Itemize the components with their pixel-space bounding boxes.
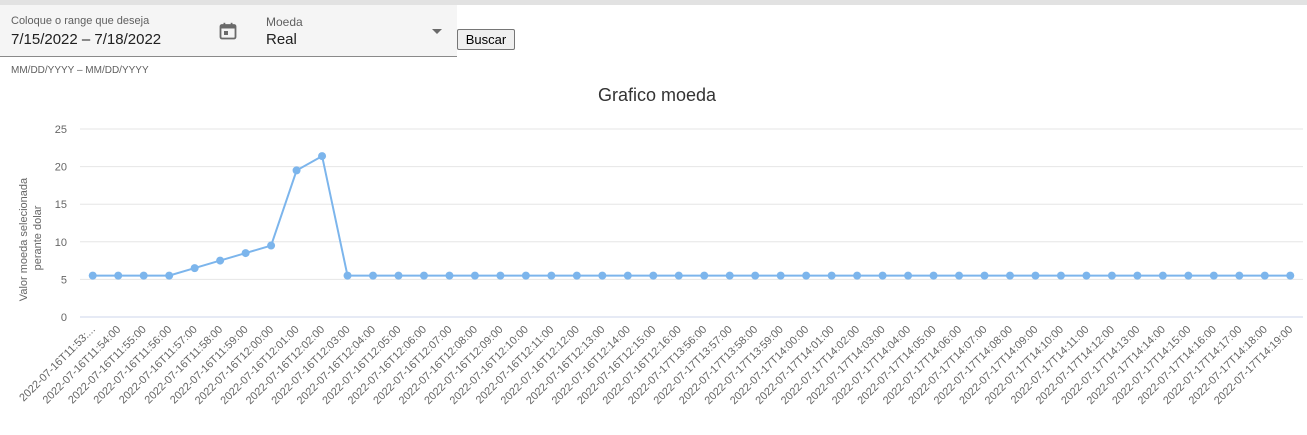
data-point: [165, 271, 174, 280]
data-point: [1133, 271, 1142, 280]
data-point: [445, 271, 454, 280]
y-axis-label: Valor moeda selecionada perante dolar: [18, 175, 44, 301]
y-tick-label: 20: [55, 162, 67, 174]
data-point: [1209, 271, 1218, 280]
data-point: [725, 271, 734, 280]
currency-select[interactable]: Moeda Real: [255, 5, 457, 57]
data-point: [1082, 271, 1091, 280]
search-button[interactable]: Buscar: [457, 29, 515, 50]
data-point: [853, 271, 862, 280]
data-point: [929, 271, 938, 280]
data-point: [547, 271, 556, 280]
data-point: [1056, 271, 1065, 280]
data-point: [318, 152, 327, 161]
data-point: [674, 271, 683, 280]
data-point: [1005, 271, 1014, 280]
data-point: [1158, 271, 1167, 280]
y-tick-label: 10: [55, 237, 67, 249]
date-range-label: Coloque o range que deseja: [11, 15, 150, 27]
data-point: [572, 271, 581, 280]
data-point: [394, 271, 403, 280]
data-point: [955, 271, 964, 280]
date-range-input[interactable]: 7/15/2022 – 7/18/2022: [11, 31, 161, 48]
data-point: [827, 271, 836, 280]
y-tick-label: 0: [61, 312, 67, 324]
series-points: [88, 152, 1295, 280]
data-point: [1107, 271, 1116, 280]
data-point: [776, 271, 785, 280]
data-point: [1260, 271, 1269, 280]
data-point: [216, 256, 225, 265]
data-point: [904, 271, 913, 280]
y-tick-label: 15: [55, 199, 67, 211]
x-axis-ticks: 2022-07-16T11:53:...2022-07-16T11:54:002…: [17, 324, 1295, 407]
data-point: [623, 271, 632, 280]
data-point: [369, 271, 378, 280]
data-point: [751, 271, 760, 280]
dropdown-arrow-icon[interactable]: [432, 29, 442, 34]
data-point: [267, 241, 276, 250]
data-point: [1184, 271, 1193, 280]
data-point: [521, 271, 530, 280]
chart-title: Grafico moeda: [598, 85, 717, 105]
y-axis-ticks: 0 5 10 15 20 25: [55, 124, 67, 324]
date-range-field[interactable]: Coloque o range que deseja 7/15/2022 – 7…: [0, 5, 255, 57]
currency-chart: 0 5 10 15 20 25 2022-07-16T11:53:...2022-07-1…: [17, 85, 1303, 407]
y-axis-label-line-1: Valor moeda selecionada: [18, 177, 30, 301]
date-format-hint: MM/DD/YYYY – MM/DD/YYYY: [11, 65, 149, 76]
currency-value[interactable]: Real: [266, 31, 297, 48]
series-line: [92, 154, 1291, 277]
data-point: [1286, 271, 1295, 280]
data-point: [598, 271, 607, 280]
data-point: [241, 249, 250, 258]
data-point: [980, 271, 989, 280]
data-point: [114, 271, 123, 280]
data-point: [878, 271, 887, 280]
data-point: [88, 271, 97, 280]
y-axis-label-line-2: perante dolar: [32, 205, 44, 270]
data-point: [190, 264, 199, 273]
chart-gridlines: [80, 128, 1303, 318]
data-point: [649, 271, 658, 280]
data-point: [139, 271, 148, 280]
data-point: [1235, 271, 1244, 280]
data-point: [343, 271, 352, 280]
data-point: [700, 271, 709, 280]
currency-label: Moeda: [266, 15, 303, 29]
calendar-icon[interactable]: [219, 22, 237, 40]
y-tick-label: 25: [55, 124, 67, 136]
data-point: [292, 166, 301, 175]
data-point: [470, 271, 479, 280]
data-point: [1031, 271, 1040, 280]
data-point: [496, 271, 505, 280]
y-tick-label: 5: [61, 274, 67, 286]
data-point: [802, 271, 811, 280]
data-point: [419, 271, 428, 280]
